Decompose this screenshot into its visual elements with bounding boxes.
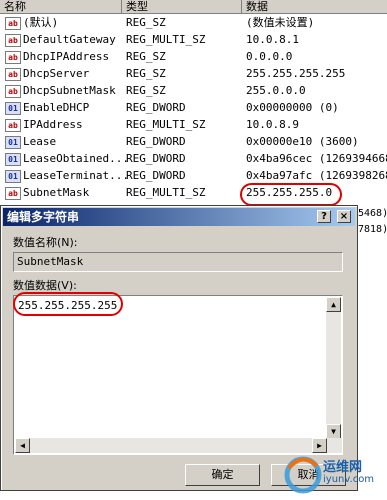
- registry-value-row[interactable]: ab DefaultGateway REG_MULTI_SZ 10.0.8.1: [0, 32, 387, 48]
- value-data: 255.255.255.255: [246, 67, 346, 80]
- column-data-header[interactable]: 数据: [242, 0, 387, 13]
- dialog-titlebar[interactable]: 编辑多字符串 ? ×: [3, 208, 355, 226]
- background-data-fragment: 7818): [358, 224, 387, 235]
- list-header: 名称 类型 数据: [0, 0, 387, 14]
- highlight-circle-subnet: [240, 183, 342, 206]
- value-type: REG_SZ: [126, 67, 166, 80]
- value-data-label: 数值数据(V):: [13, 279, 77, 292]
- value-data: 10.0.8.1: [246, 33, 299, 46]
- binary-value-icon: 01: [5, 136, 21, 149]
- value-type: REG_MULTI_SZ: [126, 33, 206, 46]
- value-name: (默认): [23, 16, 59, 29]
- watermark-logo: 运维网 iyunv.com: [283, 450, 387, 497]
- value-name: SubnetMask: [23, 186, 90, 199]
- watermark-url: iyunv.com: [323, 474, 375, 485]
- column-type-header[interactable]: 类型: [122, 0, 242, 13]
- registry-value-row[interactable]: 01 LeaseObtained... REG_DWORD 0x4ba96cec (1…: [0, 151, 387, 167]
- value-data: 0.0.0.0: [246, 50, 293, 63]
- value-type: REG_SZ: [126, 16, 166, 29]
- column-name-header[interactable]: 名称: [0, 0, 122, 13]
- watermark-brand: 运维网: [323, 460, 363, 475]
- close-button[interactable]: ×: [337, 210, 351, 223]
- value-type: REG_SZ: [126, 84, 166, 97]
- value-data: 0x00000e10 (3600): [246, 135, 359, 148]
- value-type: REG_DWORD: [126, 101, 186, 114]
- value-name: DhcpServer: [23, 67, 90, 80]
- value-type: REG_MULTI_SZ: [126, 118, 206, 131]
- scroll-left-arrow-icon[interactable]: ◀: [15, 438, 30, 453]
- value-name: DhcpIPAddress: [23, 50, 110, 63]
- registry-value-row[interactable]: ab (默认) REG_SZ (数值未设置): [0, 15, 387, 31]
- vertical-scrollbar[interactable]: ▲ ▼: [326, 297, 341, 439]
- string-value-icon: ab: [5, 85, 21, 98]
- value-name: IPAddress: [23, 118, 83, 131]
- ok-button[interactable]: 确定: [185, 464, 260, 486]
- value-name: LeaseTerminat...: [23, 169, 129, 182]
- string-value-icon: ab: [5, 119, 21, 132]
- binary-value-icon: 01: [5, 102, 21, 115]
- value-type: REG_DWORD: [126, 169, 186, 182]
- scroll-down-arrow-icon[interactable]: ▼: [326, 424, 341, 439]
- value-name: EnableDHCP: [23, 101, 90, 114]
- value-data-textarea[interactable]: 255.255.255.255 ▲ ▼ ◀ ▶: [13, 295, 343, 455]
- edit-multistring-dialog: 编辑多字符串 ? × 数值名称(N): SubnetMask 数值数据(V): …: [0, 205, 358, 491]
- registry-value-row[interactable]: 01 Lease REG_DWORD 0x00000e10 (3600): [0, 134, 387, 150]
- registry-value-row[interactable]: ab IPAddress REG_MULTI_SZ 10.0.8.9: [0, 117, 387, 133]
- scroll-up-arrow-icon[interactable]: ▲: [326, 297, 341, 312]
- value-data: 0x4ba97afc (1269398268): [246, 169, 387, 182]
- help-button[interactable]: ?: [317, 210, 331, 223]
- background-data-fragment: 5468): [358, 208, 387, 219]
- value-type: REG_DWORD: [126, 135, 186, 148]
- binary-value-icon: 01: [5, 170, 21, 183]
- highlight-circle-value: [13, 292, 123, 316]
- value-type: REG_MULTI_SZ: [126, 186, 206, 199]
- dialog-title: 编辑多字符串: [7, 210, 80, 224]
- value-name: Lease: [23, 135, 57, 148]
- value-name-field: SubnetMask: [13, 252, 343, 272]
- registry-value-row[interactable]: ab DhcpIPAddress REG_SZ 0.0.0.0: [0, 49, 387, 65]
- string-value-icon: ab: [5, 187, 21, 200]
- value-name: LeaseObtained...: [23, 152, 129, 165]
- registry-value-row[interactable]: 01 EnableDHCP REG_DWORD 0x00000000 (0): [0, 100, 387, 116]
- string-value-icon: ab: [5, 68, 21, 81]
- value-data: 0x4ba96cec (1269394668): [246, 152, 387, 165]
- registry-value-row[interactable]: ab DhcpSubnetMask REG_SZ 255.0.0.0: [0, 83, 387, 99]
- string-value-icon: ab: [5, 51, 21, 64]
- value-data: 10.0.8.9: [246, 118, 299, 131]
- value-name-label: 数值名称(N):: [13, 236, 78, 249]
- value-data: (数值未设置): [246, 16, 315, 29]
- string-value-icon: ab: [5, 34, 21, 47]
- value-name: DefaultGateway: [23, 33, 116, 46]
- value-name: DhcpSubnetMask: [23, 84, 116, 97]
- binary-value-icon: 01: [5, 153, 21, 166]
- value-data: 0x00000000 (0): [246, 101, 339, 114]
- value-data: 255.0.0.0: [246, 84, 306, 97]
- value-type: REG_DWORD: [126, 152, 186, 165]
- registry-value-row[interactable]: 01 LeaseTerminat... REG_DWORD 0x4ba97afc (1…: [0, 168, 387, 184]
- string-value-icon: ab: [5, 17, 21, 30]
- registry-value-row[interactable]: ab DhcpServer REG_SZ 255.255.255.255: [0, 66, 387, 82]
- value-type: REG_SZ: [126, 50, 166, 63]
